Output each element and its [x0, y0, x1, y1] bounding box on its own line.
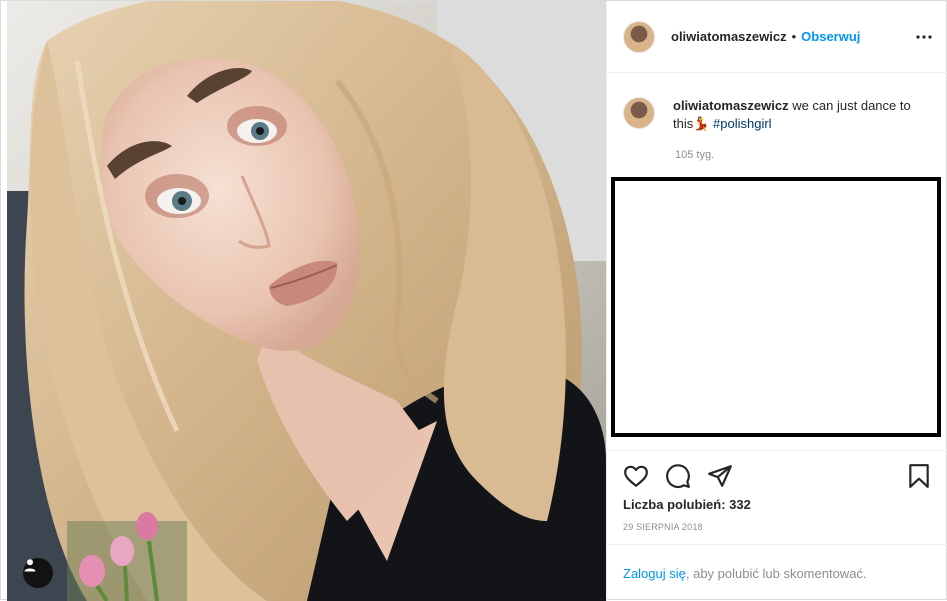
login-prompt-text: , aby polubić lub skomentować.: [685, 566, 867, 581]
post-sidebar: oliwiatomaszewicz • Obserwuj oliwiatomas…: [606, 1, 947, 601]
user-icon: [24, 559, 36, 572]
caption-hashtag[interactable]: #polishgirl: [713, 116, 772, 131]
header-separator: •: [791, 29, 797, 44]
bookmark-icon[interactable]: [906, 463, 932, 489]
author-username[interactable]: oliwiatomaszewicz: [671, 29, 787, 44]
instagram-post: oliwiatomaszewicz • Obserwuj oliwiatomas…: [0, 0, 947, 601]
heart-icon[interactable]: [623, 463, 649, 489]
post-photo[interactable]: [7, 1, 606, 601]
caption-username[interactable]: oliwiatomaszewicz: [673, 98, 789, 113]
tagged-people-button[interactable]: [23, 558, 53, 588]
login-prompt: Zaloguj się, aby polubić lub skomentować…: [623, 566, 867, 581]
caption-text: oliwiatomaszewicz we can just dance to t…: [673, 97, 923, 133]
divider: [607, 450, 947, 451]
divider: [607, 544, 947, 545]
selfie-image: [7, 1, 606, 601]
more-options-button[interactable]: [914, 27, 934, 47]
more-icon: [916, 35, 932, 39]
author-avatar[interactable]: [623, 20, 655, 53]
post-date[interactable]: 29 SIERPNIA 2018: [623, 522, 703, 532]
comments-area: [611, 177, 941, 437]
login-link[interactable]: Zaloguj się: [623, 566, 686, 581]
post-caption: oliwiatomaszewicz we can just dance to t…: [623, 97, 933, 161]
paper-plane-icon[interactable]: [707, 463, 733, 489]
post-header: oliwiatomaszewicz • Obserwuj: [607, 1, 947, 73]
caption-avatar[interactable]: [623, 97, 655, 129]
likes-number: 332: [729, 497, 751, 512]
likes-count[interactable]: Liczba polubień: 332: [623, 497, 751, 512]
follow-button[interactable]: Obserwuj: [801, 29, 860, 44]
comment-icon[interactable]: [665, 463, 691, 489]
action-bar: [623, 461, 932, 489]
caption-timestamp[interactable]: 105 tyg.: [675, 149, 714, 161]
likes-label: Liczba polubień:: [623, 497, 730, 512]
